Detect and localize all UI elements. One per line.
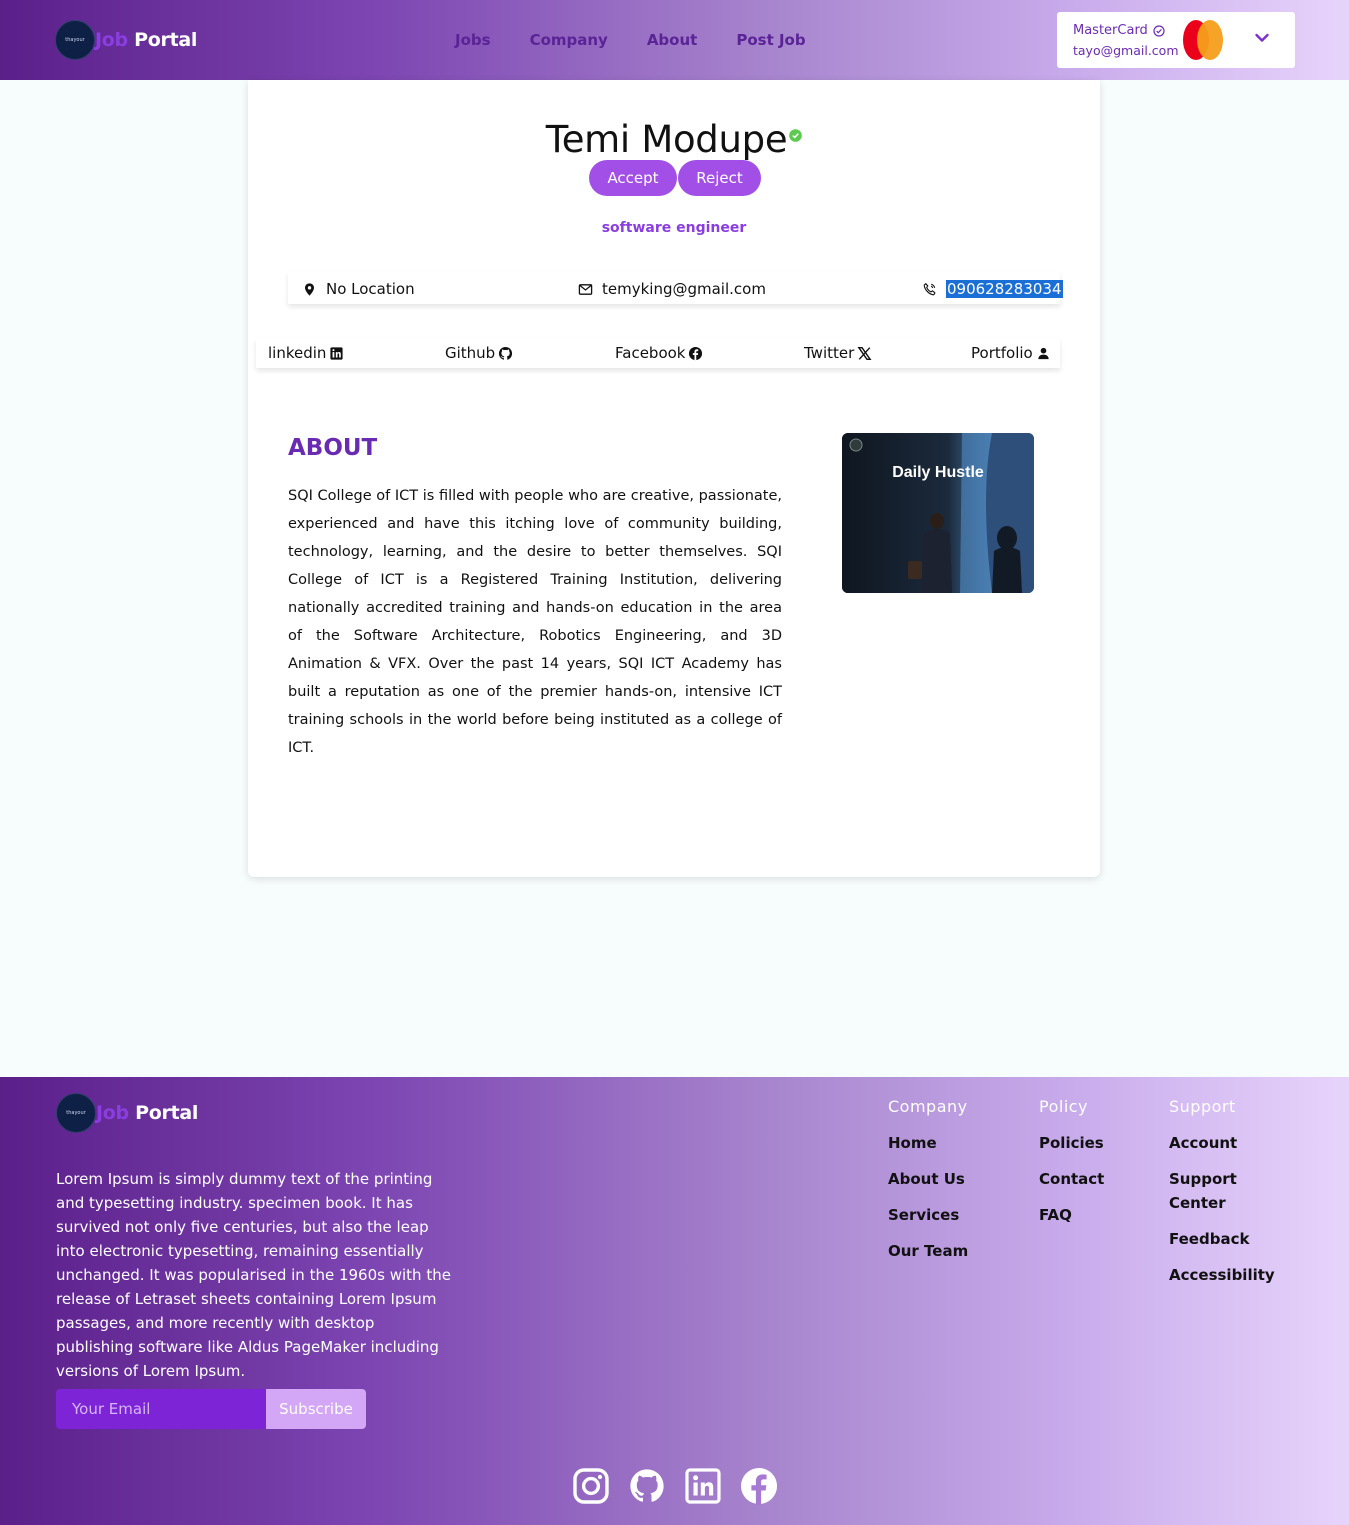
social-linkedin-label: linkedin (268, 344, 327, 362)
email-item: temyking@gmail.com (578, 280, 766, 298)
account-name-row: MasterCard (1073, 23, 1165, 38)
subscribe-button[interactable]: Subscribe (266, 1389, 366, 1429)
chevron-down-icon[interactable] (1254, 30, 1270, 46)
social-portfolio[interactable]: Portfolio (971, 344, 1051, 362)
footer-link-home[interactable]: Home (888, 1131, 968, 1155)
subscribe-email-input[interactable] (56, 1389, 268, 1429)
social-portfolio-label: Portfolio (971, 344, 1033, 362)
account-email: tayo@gmail.com (1073, 43, 1179, 58)
nav-about[interactable]: About (647, 31, 698, 49)
verified-icon (789, 129, 803, 142)
profile-card: Temi Modupe Accept Reject software engin… (248, 80, 1100, 877)
x-twitter-icon (857, 346, 872, 360)
linkedin-icon[interactable] (684, 1467, 722, 1505)
footer-link-faq[interactable]: FAQ (1039, 1203, 1104, 1227)
footer-column-support: Support Account Support Center Feedback … (1169, 1097, 1279, 1299)
location-item: No Location (302, 280, 415, 298)
accept-button[interactable]: Accept (589, 160, 677, 196)
phone-number: 09062828303 (947, 280, 1052, 298)
footer-link-services[interactable]: Services (888, 1203, 968, 1227)
footer-column-policy: Policy Policies Contact FAQ (1039, 1097, 1104, 1239)
footer-link-support-center[interactable]: Support Center (1169, 1167, 1259, 1215)
album-artwork: Daily Hustle (842, 433, 1034, 593)
footer-logo-text: Job Portal (96, 1102, 198, 1124)
facebook-icon[interactable] (740, 1467, 778, 1505)
footer-link-about-us[interactable]: About Us (888, 1167, 968, 1191)
profile-album-cover[interactable]: Daily Hustle (842, 433, 1034, 593)
footer-link-account[interactable]: Account (1169, 1131, 1279, 1155)
linkedin-icon (330, 346, 344, 360)
phone-item: 090628283034 (922, 280, 1063, 298)
nav-company[interactable]: Company (530, 31, 608, 49)
logo-job: Job (95, 29, 128, 51)
contact-bar: No Location temyking@gmail.com 090628283… (288, 272, 1063, 304)
footer-link-feedback[interactable]: Feedback (1169, 1227, 1279, 1251)
phone-icon (923, 282, 936, 295)
nav-jobs[interactable]: Jobs (455, 31, 491, 49)
footer-column-title: Support (1169, 1097, 1236, 1116)
footer-column-title: Policy (1039, 1097, 1089, 1116)
social-twitter[interactable]: Twitter (804, 344, 872, 362)
main-nav: Jobs Company About Post Job (455, 31, 806, 49)
footer-column-title: Company (888, 1097, 968, 1116)
social-linkedin[interactable]: linkedin (268, 344, 344, 362)
footer-description: Lorem Ipsum is simply dummy text of the … (56, 1170, 451, 1380)
footer-social-icons (572, 1467, 778, 1505)
footer-column-company: Company Home About Us Services Our Team (888, 1097, 968, 1275)
account-name: MasterCard (1073, 23, 1148, 38)
footer-logo-badge: thayour (56, 1093, 96, 1133)
footer-link-policies[interactable]: Policies (1039, 1131, 1104, 1155)
footer-link-contact[interactable]: Contact (1039, 1167, 1104, 1191)
logo-text: Job Portal (95, 29, 197, 51)
email-text[interactable]: temyking@gmail.com (602, 280, 766, 298)
footer: thayour Job Portal Lorem Ipsum is simply… (0, 1077, 1349, 1525)
facebook-icon (689, 346, 703, 360)
social-facebook[interactable]: Facebook (615, 344, 703, 362)
location-pin-icon (305, 282, 314, 296)
logo-portal: Portal (134, 29, 198, 51)
phone-number-last-digit: 4 (1051, 280, 1062, 298)
social-facebook-label: Facebook (615, 344, 686, 362)
profile-name: Temi Modupe (545, 118, 788, 161)
reject-button[interactable]: Reject (678, 160, 761, 196)
mastercard-icon (1183, 20, 1225, 60)
profile-role: software engineer (601, 220, 747, 236)
footer-link-accessibility[interactable]: Accessibility (1169, 1263, 1279, 1287)
about-title: ABOUT (288, 435, 378, 461)
github-icon (499, 346, 513, 360)
decision-buttons: Accept Reject (589, 160, 761, 196)
about-text: SQI College of ICT is filled with people… (288, 488, 782, 756)
user-icon (1038, 347, 1049, 359)
mail-icon (578, 283, 593, 295)
social-links-bar: linkedin Github Facebook Twitter Portfol… (256, 338, 1060, 368)
verified-badge-icon (1153, 24, 1165, 37)
top-navbar: thayour Job Portal Jobs Company About Po… (0, 0, 1349, 80)
social-github-label: Github (445, 344, 496, 362)
github-icon[interactable] (628, 1467, 666, 1505)
album-title: Daily Hustle (892, 464, 984, 481)
location-text: No Location (326, 280, 415, 298)
account-dropdown[interactable]: MasterCard tayo@gmail.com (1057, 12, 1295, 68)
profile-name-row: Temi Modupe (248, 118, 1100, 161)
footer-link-our-team[interactable]: Our Team (888, 1239, 968, 1263)
footer-logo-job: Job (96, 1102, 129, 1124)
instagram-icon[interactable] (572, 1467, 610, 1505)
social-github[interactable]: Github (445, 344, 513, 362)
nav-post-job[interactable]: Post Job (736, 31, 805, 49)
phone-text[interactable]: 090628283034 (946, 280, 1063, 298)
footer-logo-portal: Portal (135, 1102, 199, 1124)
logo-badge: thayour (55, 20, 95, 60)
logo[interactable]: thayour Job Portal (55, 20, 197, 60)
footer-logo[interactable]: thayour Job Portal (56, 1093, 198, 1133)
social-twitter-label: Twitter (804, 344, 855, 362)
